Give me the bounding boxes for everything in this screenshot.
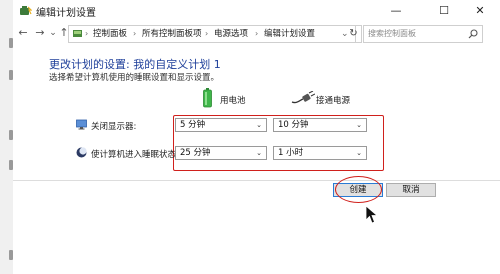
divider bbox=[13, 180, 500, 181]
chevron-down-icon: ⌄ bbox=[356, 121, 362, 129]
moon-icon bbox=[76, 147, 87, 158]
battery-column-label: 用电池 bbox=[220, 96, 246, 106]
breadcrumb-edit-plan[interactable]: 编辑计划设置 bbox=[264, 27, 315, 41]
mouse-cursor-icon bbox=[365, 205, 379, 224]
select-value: 1 小时 bbox=[278, 148, 304, 158]
search-input[interactable]: 搜索控制面板 bbox=[363, 25, 483, 43]
chevron-down-icon: ⌄ bbox=[256, 121, 262, 129]
refresh-button[interactable]: ↻ bbox=[346, 25, 362, 43]
back-button[interactable]: ← bbox=[16, 25, 30, 41]
sleep-battery-select[interactable]: 25 分钟 ⌄ bbox=[175, 146, 267, 160]
monitor-icon bbox=[76, 119, 87, 130]
select-value: 5 分钟 bbox=[180, 120, 206, 130]
select-value: 25 分钟 bbox=[180, 148, 211, 158]
control-panel-icon bbox=[73, 30, 82, 37]
chevron-down-icon: ⌄ bbox=[256, 149, 262, 157]
annotation-circle bbox=[335, 176, 382, 203]
breadcrumb-power-options[interactable]: 电源选项 bbox=[214, 27, 248, 41]
search-placeholder: 搜索控制面板 bbox=[368, 29, 416, 38]
page-description: 选择希望计算机使用的睡眠设置和显示设置。 bbox=[49, 73, 220, 83]
search-icon bbox=[468, 29, 478, 39]
display-battery-select[interactable]: 5 分钟 ⌄ bbox=[175, 118, 267, 132]
chevron-down-icon: ⌄ bbox=[356, 149, 362, 157]
breadcrumb-separator: › bbox=[85, 29, 89, 38]
edit-plan-window: 编辑计划设置 — ☐ ✕ ← → ⌄ ↑ › 控制面板 › 所有控制面板项 › … bbox=[13, 0, 500, 274]
minimize-button[interactable]: — bbox=[376, 0, 416, 22]
address-bar[interactable]: › 控制面板 › 所有控制面板项 › 电源选项 › 编辑计划设置 ⌄ bbox=[68, 25, 356, 43]
plan-settings-content: 更改计划的设置: 我的自定义计划 1 选择希望计算机使用的睡眠设置和显示设置。 … bbox=[13, 44, 500, 274]
maximize-button[interactable]: ☐ bbox=[424, 0, 464, 22]
breadcrumb-all-items[interactable]: 所有控制面板项 bbox=[142, 27, 202, 41]
background-window-edge bbox=[0, 0, 14, 274]
plugged-in-column-label: 接通电源 bbox=[316, 96, 351, 106]
select-value: 10 分钟 bbox=[278, 120, 309, 130]
plug-icon bbox=[291, 91, 315, 104]
turn-off-display-label: 关闭显示器: bbox=[91, 122, 137, 132]
page-title: 更改计划的设置: 我的自定义计划 1 bbox=[49, 58, 221, 71]
breadcrumb-separator: › bbox=[133, 29, 137, 38]
close-button[interactable]: ✕ bbox=[460, 0, 500, 22]
navigation-bar: ← → ⌄ ↑ › 控制面板 › 所有控制面板项 › 电源选项 › 编辑计划设置… bbox=[13, 22, 500, 44]
sleep-plugged-select[interactable]: 1 小时 ⌄ bbox=[273, 146, 367, 160]
breadcrumb-separator: › bbox=[255, 29, 259, 38]
title-bar: 编辑计划设置 — ☐ ✕ bbox=[13, 0, 500, 22]
forward-button[interactable]: → bbox=[33, 25, 47, 41]
breadcrumb-separator: › bbox=[205, 29, 209, 38]
battery-icon bbox=[203, 88, 212, 108]
sleep-label: 使计算机进入睡眠状态: bbox=[91, 150, 179, 160]
cancel-button[interactable]: 取消 bbox=[386, 183, 436, 197]
power-options-icon bbox=[20, 6, 32, 15]
breadcrumb-control-panel[interactable]: 控制面板 bbox=[93, 27, 127, 41]
window-title: 编辑计划设置 bbox=[36, 8, 96, 19]
display-plugged-select[interactable]: 10 分钟 ⌄ bbox=[273, 118, 367, 132]
